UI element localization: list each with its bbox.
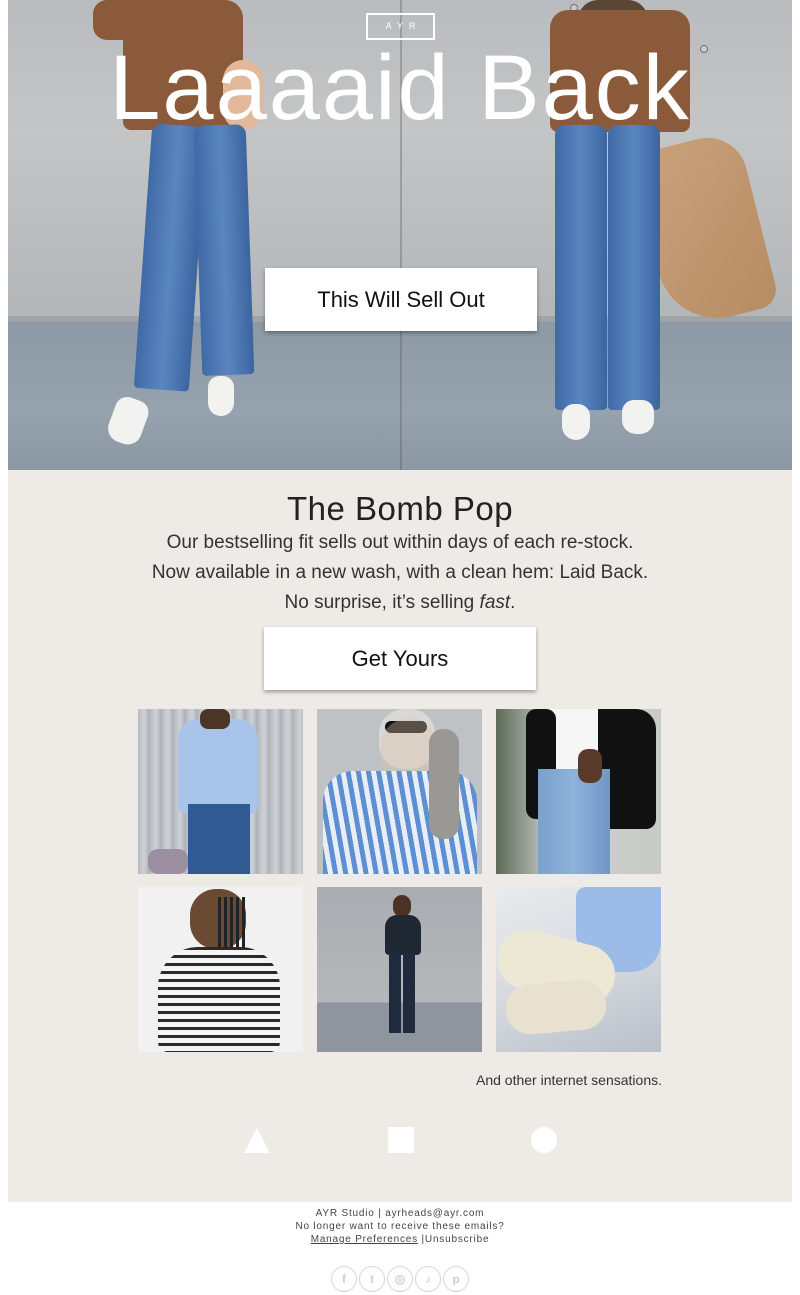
shape-nav bbox=[8, 1125, 792, 1165]
description-line-2: Now available in a new wash, with a clea… bbox=[151, 562, 649, 583]
description-line-1: Our bestselling fit sells out within day… bbox=[166, 532, 634, 553]
footer-links: Manage Preferences |Unsubscribe bbox=[310, 1234, 490, 1245]
brand-logo[interactable]: AYR bbox=[366, 13, 435, 40]
unsubscribe-link[interactable]: Unsubscribe bbox=[425, 1234, 489, 1245]
circle-icon[interactable] bbox=[531, 1127, 557, 1153]
description-line-3: No surprise, it’s selling fast. bbox=[284, 592, 516, 613]
hero-banner[interactable]: AYR Laaaaid Back This Will Sell Out bbox=[8, 0, 792, 470]
footer-contact: AYR Studio | ayrheads@ayr.com bbox=[315, 1208, 485, 1219]
instagram-icon[interactable]: ◎ bbox=[387, 1266, 413, 1292]
photo-black-blazer-jeans[interactable] bbox=[496, 709, 661, 874]
photo-striped-shirt-sunglasses[interactable] bbox=[317, 709, 482, 874]
photo-striped-top-smiling[interactable] bbox=[138, 887, 303, 1052]
email-container: AYR Laaaaid Back This Will Sell Out The … bbox=[8, 0, 792, 1295]
photo-black-outfit-full-length[interactable] bbox=[317, 887, 482, 1052]
facebook-icon[interactable]: f bbox=[331, 1266, 357, 1292]
product-description: Our bestselling fit sells out within day… bbox=[8, 528, 792, 618]
hero-headline: Laaaaid Back bbox=[109, 37, 691, 139]
get-yours-button[interactable]: Get Yours bbox=[264, 627, 536, 690]
photo-blue-shirt-jeans[interactable] bbox=[138, 709, 303, 874]
contact-email-link[interactable]: ayrheads@ayr.com bbox=[385, 1208, 484, 1219]
sell-out-cta-button[interactable]: This Will Sell Out bbox=[265, 268, 537, 331]
email-footer: AYR Studio | ayrheads@ayr.com No longer … bbox=[8, 1202, 792, 1295]
triangle-icon[interactable] bbox=[244, 1128, 270, 1153]
product-section: The Bomb Pop Our bestselling fit sells o… bbox=[8, 470, 792, 1202]
twitter-icon[interactable]: ♪ bbox=[415, 1266, 441, 1292]
photo-blue-shirt-white-jeans[interactable] bbox=[496, 887, 661, 1052]
tumblr-icon[interactable]: t bbox=[359, 1266, 385, 1292]
manage-preferences-link[interactable]: Manage Preferences bbox=[311, 1234, 418, 1245]
unsubscribe-question: No longer want to receive these emails? bbox=[295, 1221, 505, 1232]
photo-gallery bbox=[138, 709, 662, 1052]
product-title: The Bomb Pop bbox=[286, 490, 514, 527]
gallery-tagline: And other internet sensations. bbox=[475, 1072, 662, 1088]
pinterest-icon[interactable]: p bbox=[443, 1266, 469, 1292]
social-links: f t ◎ ♪ p bbox=[8, 1266, 792, 1292]
square-icon[interactable] bbox=[388, 1127, 414, 1153]
